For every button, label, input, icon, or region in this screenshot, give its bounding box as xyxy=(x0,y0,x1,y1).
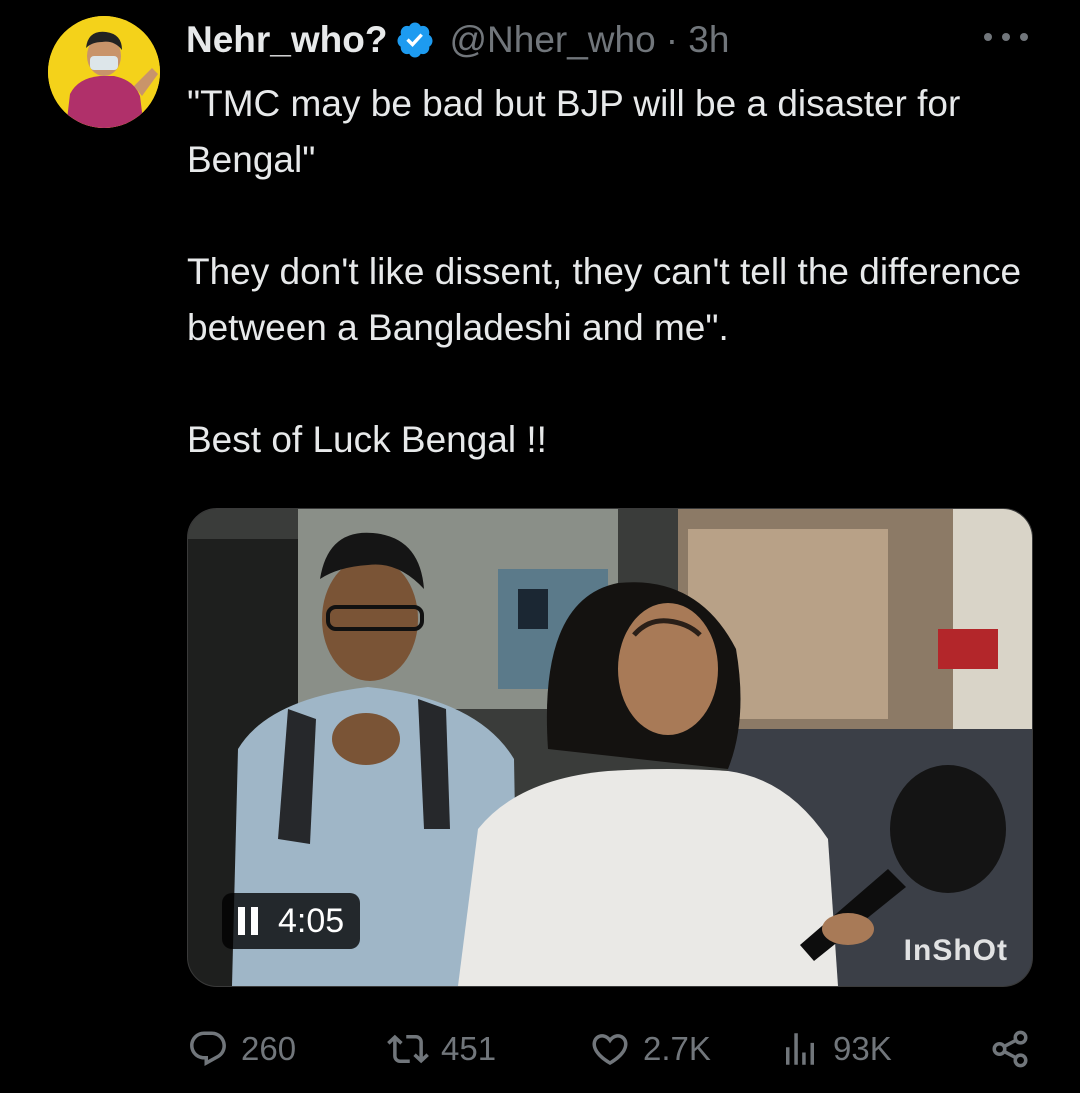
verified-badge-icon xyxy=(397,22,433,58)
views-count: 93K xyxy=(833,1030,892,1067)
share-icon xyxy=(992,1030,1028,1068)
video-duration: 4:05 xyxy=(278,901,345,940)
tweet-text: "TMC may be bad but BJP will be a disast… xyxy=(187,83,1022,460)
avatar[interactable] xyxy=(48,16,160,128)
video-duration-badge: 4:05 xyxy=(222,893,361,949)
inshot-watermark: InShOt xyxy=(903,934,1008,967)
views-icon xyxy=(786,1033,814,1065)
tweet-timestamp[interactable]: · 3h xyxy=(666,19,730,61)
video-player[interactable]: 4:05 InShOt xyxy=(187,508,1033,987)
reply-button[interactable]: 260 xyxy=(187,1028,387,1070)
author-handle[interactable]: @Nher_who xyxy=(449,19,655,61)
avatar-image xyxy=(48,16,160,128)
views-button[interactable]: 93K xyxy=(779,1028,979,1070)
repost-icon xyxy=(387,1034,429,1064)
tweet-actions-bar: 260 451 2.7K 93K xyxy=(187,1022,1031,1076)
repost-count: 451 xyxy=(441,1030,497,1067)
like-button[interactable]: 2.7K xyxy=(589,1028,779,1070)
reply-count: 260 xyxy=(241,1030,297,1067)
author-display-name[interactable]: Nehr_who? xyxy=(186,19,387,61)
like-count: 2.7K xyxy=(643,1030,711,1067)
heart-icon xyxy=(592,1034,628,1066)
repost-button[interactable]: 451 xyxy=(387,1028,589,1070)
more-options-icon[interactable] xyxy=(984,22,1028,52)
reply-icon xyxy=(190,1031,226,1066)
share-button[interactable] xyxy=(989,1028,1031,1070)
pause-icon[interactable] xyxy=(238,907,258,935)
tweet-header: Nehr_who? @Nher_who · 3h xyxy=(186,16,1040,64)
